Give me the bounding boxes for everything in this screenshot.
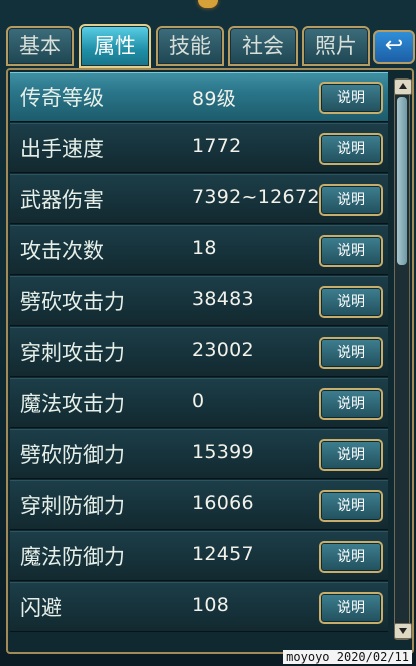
explain-button[interactable]: 说明 <box>319 286 383 318</box>
explain-button[interactable]: 说明 <box>319 490 383 522</box>
list-item-dodge[interactable]: 闪避 108 说明 <box>10 582 388 632</box>
tab-bar: 基本 属性 技能 社会 照片 <box>6 24 410 68</box>
attribute-value: 0 <box>192 390 205 412</box>
attribute-value: 18 <box>192 237 217 259</box>
attribute-name: 武器伤害 <box>20 188 104 212</box>
return-arrow-icon: ↩ <box>384 33 404 58</box>
explain-button[interactable]: 说明 <box>319 133 383 165</box>
attribute-name: 劈砍防御力 <box>20 443 125 467</box>
attribute-name: 魔法攻击力 <box>20 392 125 416</box>
attribute-value: 16066 <box>192 492 254 514</box>
watermark: moyoyo 2020/02/11 <box>283 650 412 664</box>
list-item-pierce-attack[interactable]: 穿刺攻击力 23002 说明 <box>10 327 388 377</box>
attribute-value: 23002 <box>192 339 254 361</box>
attribute-name: 闪避 <box>20 596 62 620</box>
scroll-up-arrow-icon[interactable] <box>394 79 412 95</box>
attribute-value: 108 <box>192 594 230 616</box>
tab-skills[interactable]: 技能 <box>156 26 224 66</box>
scroll-down-arrow-icon[interactable] <box>394 623 412 639</box>
list-item-magic-defense[interactable]: 魔法防御力 12457 说明 <box>10 531 388 581</box>
attribute-name: 穿刺攻击力 <box>20 341 125 365</box>
attribute-value: 7392~12672 <box>192 186 320 208</box>
top-ornament-icon <box>198 0 218 8</box>
explain-button[interactable]: 说明 <box>319 184 383 216</box>
scrollbar-thumb[interactable] <box>397 97 407 265</box>
character-panel: 基本 属性 技能 社会 照片 ↩ 传奇等级 89级 说明 出手速度 1772 说… <box>0 0 416 666</box>
tab-social[interactable]: 社会 <box>228 26 298 66</box>
explain-button[interactable]: 说明 <box>319 592 383 624</box>
tab-photos[interactable]: 照片 <box>302 26 370 66</box>
list-item-attack-count[interactable]: 攻击次数 18 说明 <box>10 225 388 275</box>
attribute-value: 15399 <box>192 441 254 463</box>
explain-button[interactable]: 说明 <box>319 388 383 420</box>
explain-button[interactable]: 说明 <box>319 541 383 573</box>
attribute-name: 劈砍攻击力 <box>20 290 125 314</box>
attribute-name: 穿刺防御力 <box>20 494 125 518</box>
attribute-value: 12457 <box>192 543 254 565</box>
explain-button[interactable]: 说明 <box>319 82 383 114</box>
list-item-weapon-damage[interactable]: 武器伤害 7392~12672 说明 <box>10 174 388 224</box>
tab-attributes[interactable]: 属性 <box>79 24 151 68</box>
explain-button[interactable]: 说明 <box>319 337 383 369</box>
tab-basic[interactable]: 基本 <box>6 26 74 66</box>
list-item-slash-attack[interactable]: 劈砍攻击力 38483 说明 <box>10 276 388 326</box>
attribute-name: 传奇等级 <box>20 86 104 110</box>
list-item-slash-defense[interactable]: 劈砍防御力 15399 说明 <box>10 429 388 479</box>
attribute-name: 魔法防御力 <box>20 545 125 569</box>
attribute-value: 89级 <box>192 88 237 110</box>
list-item-magic-attack[interactable]: 魔法攻击力 0 说明 <box>10 378 388 428</box>
attribute-value: 38483 <box>192 288 254 310</box>
list-item-legend-level[interactable]: 传奇等级 89级 说明 <box>10 72 388 122</box>
list-item-pierce-defense[interactable]: 穿刺防御力 16066 说明 <box>10 480 388 530</box>
back-button[interactable]: ↩ <box>373 30 415 64</box>
attribute-list: 传奇等级 89级 说明 出手速度 1772 说明 武器伤害 7392~12672… <box>6 68 414 654</box>
scrollbar[interactable] <box>394 78 412 640</box>
explain-button[interactable]: 说明 <box>319 235 383 267</box>
attribute-value: 1772 <box>192 135 242 157</box>
explain-button[interactable]: 说明 <box>319 439 383 471</box>
list-item-attack-speed[interactable]: 出手速度 1772 说明 <box>10 123 388 173</box>
attribute-name: 攻击次数 <box>20 239 104 263</box>
attribute-name: 出手速度 <box>20 137 104 161</box>
